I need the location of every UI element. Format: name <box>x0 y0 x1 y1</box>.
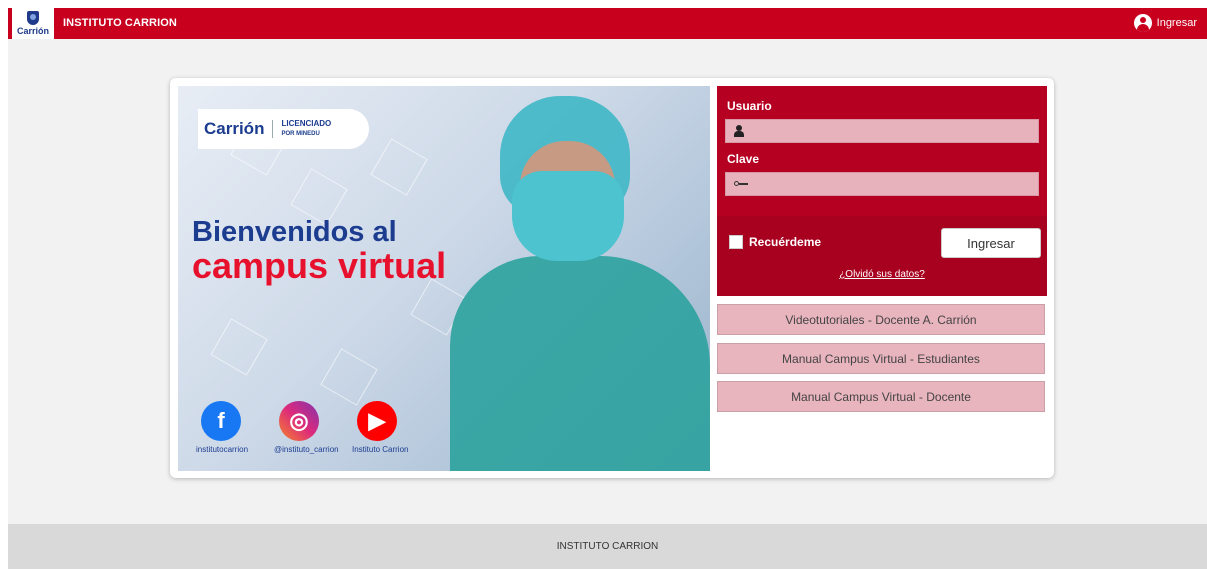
link-manual-docente[interactable]: Manual Campus Virtual - Docente <box>717 381 1045 412</box>
pill-divider <box>272 120 274 138</box>
social-label: institutocarrion <box>196 445 249 454</box>
shield-logo-icon <box>27 11 39 25</box>
password-input[interactable] <box>748 173 1038 197</box>
facebook-icon: f <box>201 401 241 441</box>
footer-text: INSTITUTO CARRION <box>556 541 659 552</box>
social-instagram[interactable]: ◎ @instituto_carrion <box>274 401 339 454</box>
banner-logo-pill: Carrión LICENCIADO POR MINEDU <box>198 109 369 149</box>
username-input[interactable] <box>748 120 1038 144</box>
logo-text: Carrión <box>16 26 49 36</box>
header-login-label: Ingresar <box>1156 17 1197 29</box>
link-manual-estudiantes[interactable]: Manual Campus Virtual - Estudiantes <box>717 343 1045 374</box>
password-label: Clave <box>727 152 760 166</box>
instagram-icon: ◎ <box>279 401 319 441</box>
site-title[interactable]: INSTITUTO CARRION <box>63 17 177 29</box>
welcome-heading: Bienvenidos al <box>192 216 397 248</box>
social-label: Instituto Carrion <box>352 445 409 454</box>
campus-heading: campus virtual <box>192 245 447 286</box>
carrion-logo[interactable]: Carrión <box>12 8 54 39</box>
welcome-banner-image: Carrión LICENCIADO POR MINEDU Bienvenido… <box>178 86 710 471</box>
badge-line-1: LICENCIADO <box>281 119 332 128</box>
link-videotutoriales[interactable]: Videotutoriales - Docente A. Carrión <box>717 304 1045 335</box>
social-youtube[interactable]: ▶ Instituto Carrion <box>352 401 409 454</box>
username-field[interactable] <box>725 119 1039 144</box>
forgot-credentials-link[interactable]: ¿Olvidó sus datos? <box>717 269 1047 280</box>
key-icon <box>734 181 748 187</box>
remember-label: Recuérdeme <box>749 235 822 249</box>
badge-line-2: POR MINEDU <box>281 131 320 137</box>
top-navbar: Carrión INSTITUTO CARRION Ingresar <box>8 8 1207 39</box>
header-login-link[interactable]: Ingresar <box>1133 14 1197 32</box>
social-label: @instituto_carrion <box>274 445 339 454</box>
password-field[interactable] <box>725 172 1039 197</box>
login-form: Usuario Clave Recuérdeme Ingresar ¿Olvid… <box>717 86 1047 296</box>
remember-me[interactable]: Recuérdeme <box>729 235 821 249</box>
youtube-icon: ▶ <box>357 401 397 441</box>
username-label: Usuario <box>727 99 772 113</box>
login-card: Carrión LICENCIADO POR MINEDU Bienvenido… <box>170 78 1054 478</box>
page-background: Carrión INSTITUTO CARRION Ingresar Carri… <box>8 8 1207 569</box>
user-circle-icon <box>1133 14 1152 32</box>
social-facebook[interactable]: f institutocarrion <box>196 401 249 454</box>
user-icon <box>734 125 744 137</box>
remember-checkbox[interactable] <box>729 235 743 249</box>
licenciado-badge: LICENCIADO POR MINEDU <box>281 119 331 139</box>
nurse-photo <box>450 86 710 471</box>
page-footer: INSTITUTO CARRION <box>8 524 1207 569</box>
login-submit-button[interactable]: Ingresar <box>941 228 1041 258</box>
banner-brand: Carrión <box>204 119 265 138</box>
